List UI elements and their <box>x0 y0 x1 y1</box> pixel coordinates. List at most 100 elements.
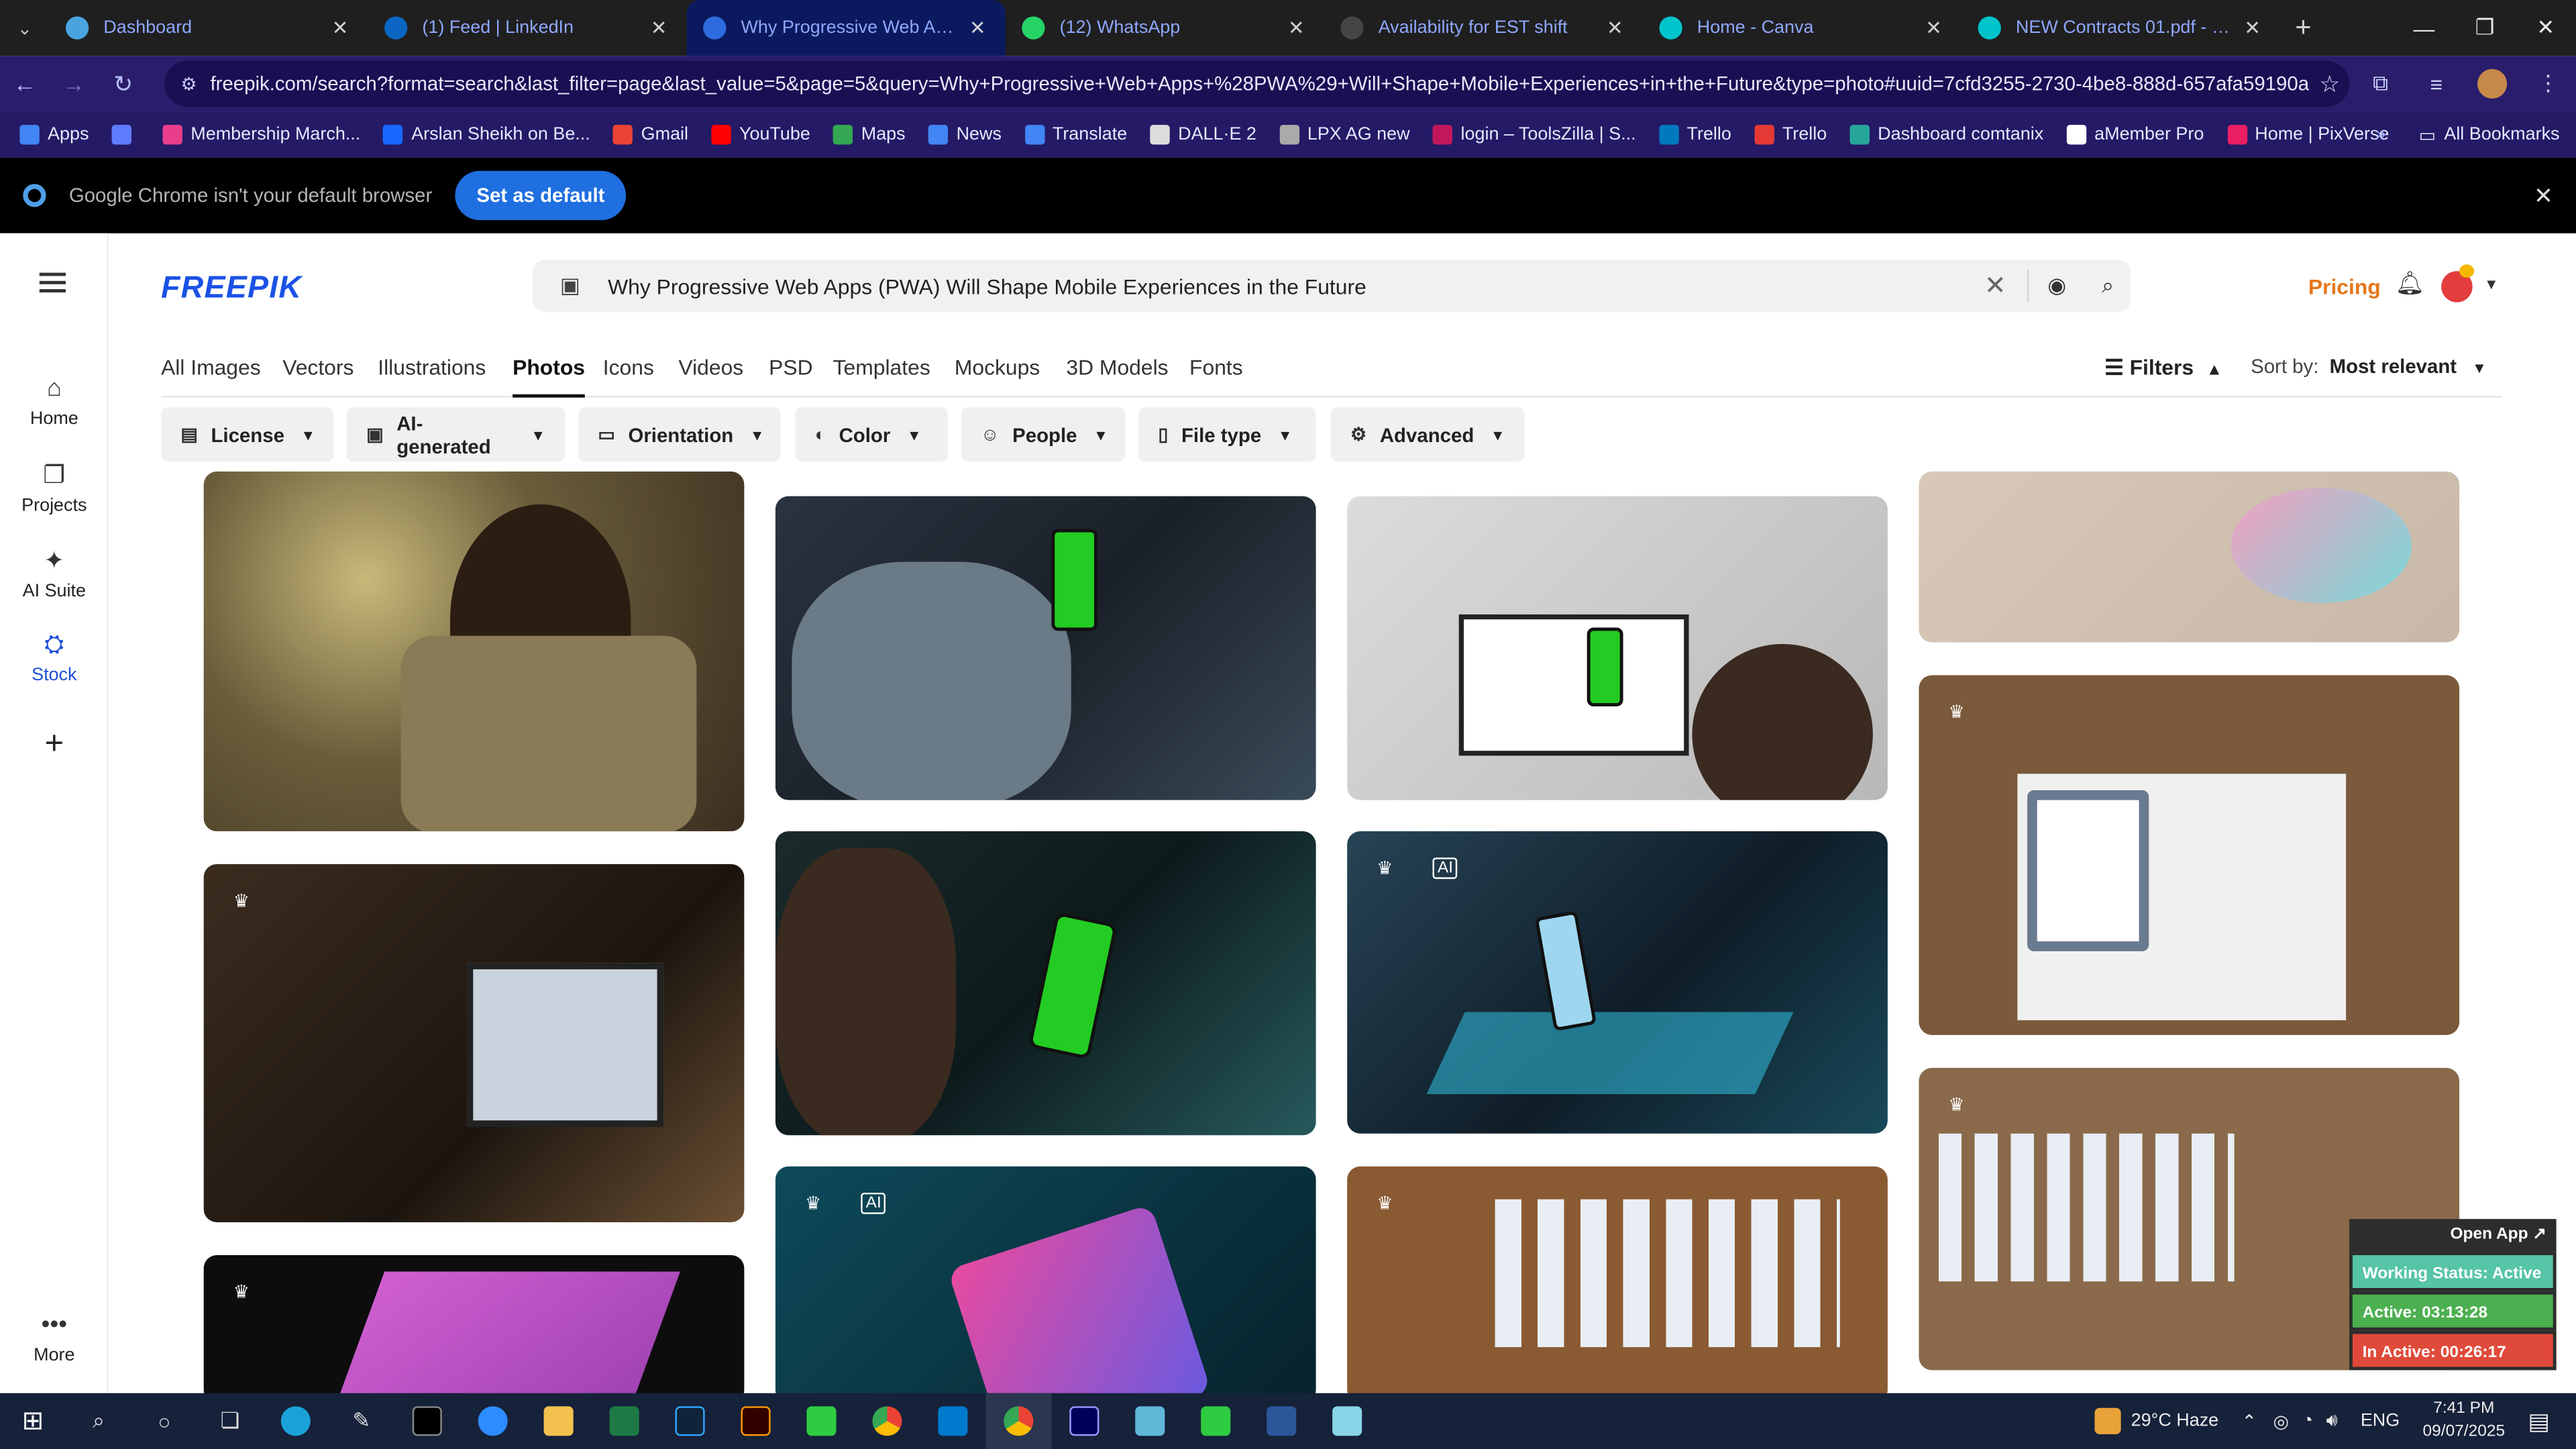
language-indicator[interactable]: ENG <box>2361 1411 2400 1431</box>
image-type-icon[interactable]: ▣ <box>532 273 608 299</box>
bookmark-item[interactable]: Membership March... <box>162 125 360 145</box>
tab-psd[interactable]: PSD <box>769 355 812 380</box>
tab-close-icon[interactable]: ✕ <box>329 16 352 39</box>
banner-close-icon[interactable]: ✕ <box>2534 182 2553 210</box>
minimize-icon[interactable]: — <box>2394 0 2455 56</box>
chevron-down-icon[interactable]: ▼ <box>2484 276 2499 292</box>
extensions-icon[interactable]: ⧉ <box>2353 70 2408 97</box>
filter-chip-orientation[interactable]: ▭ Orientation ▼ <box>578 407 781 462</box>
search-input[interactable]: Why Progressive Web Apps (PWA) Will Shap… <box>608 274 1963 299</box>
bookmark-item[interactable]: Gmail <box>613 125 688 145</box>
rail-item-stock[interactable]: ⛭ Stock <box>0 631 109 685</box>
pricing-link[interactable]: Pricing <box>2308 274 2381 299</box>
edge-icon[interactable] <box>263 1393 329 1449</box>
tab-photos[interactable]: Photos <box>513 355 586 398</box>
rail-item-projects[interactable]: ❐ Projects <box>0 460 109 516</box>
filter-chip-people[interactable]: ☺ People ▼ <box>961 407 1126 462</box>
tab-3d-models[interactable]: 3D Models <box>1066 355 1168 380</box>
chevron-up-icon[interactable]: ⌃ <box>2241 1410 2257 1432</box>
bookmark-item[interactable]: Arslan Sheikh on Be... <box>383 125 590 145</box>
photo-woman-office-phone[interactable] <box>1347 496 1888 800</box>
media-icon[interactable]: ≡ <box>2408 72 2464 97</box>
browser-tab[interactable]: (12) WhatsApp ✕ <box>1006 0 1324 56</box>
profile-avatar[interactable] <box>2477 68 2508 99</box>
rail-item-more[interactable]: ••• More <box>0 1311 109 1365</box>
task-view-icon[interactable]: ❏ <box>197 1393 263 1449</box>
browser-tab[interactable]: Availability for EST shift ✕ <box>1324 0 1643 56</box>
filters-toggle[interactable]: ☰ Filters ▲ <box>2104 355 2222 381</box>
filter-chip-advanced[interactable]: ⚙ Advanced ▼ <box>1330 407 1525 462</box>
premiere-icon[interactable] <box>1051 1393 1117 1449</box>
bookmark-item[interactable]: Trello <box>1658 125 1731 145</box>
start-icon[interactable]: ⊞ <box>0 1393 66 1449</box>
vscode-icon[interactable] <box>920 1393 985 1449</box>
tab-close-icon[interactable]: ✕ <box>2241 16 2263 39</box>
photo-man-green-phone-closeup[interactable] <box>775 831 1316 1136</box>
bookmark-item[interactable]: DALL·E 2 <box>1150 125 1256 145</box>
photo-tablet-on-table[interactable]: ♛ <box>1919 675 2460 1035</box>
forward-icon[interactable]: → <box>49 56 98 111</box>
overflow-chevron-icon[interactable]: » <box>2376 125 2386 144</box>
freepik-logo[interactable]: FREEPIK <box>161 271 302 307</box>
file-explorer-icon[interactable] <box>526 1393 592 1449</box>
excel-icon[interactable] <box>592 1393 657 1449</box>
tab-templates[interactable]: Templates <box>833 355 930 380</box>
tab-search-icon[interactable]: ⌄ <box>0 0 49 56</box>
tab-close-icon[interactable]: ✕ <box>1603 16 1626 39</box>
zoom-icon[interactable] <box>460 1393 526 1449</box>
filter-chip-file-type[interactable]: ▯ File type ▼ <box>1138 407 1316 462</box>
back-icon[interactable]: ← <box>0 56 49 111</box>
photo-couple-at-computer[interactable]: ♛ <box>203 864 745 1223</box>
browser-tab[interactable]: NEW Contracts 01.pdf - 8.208 ✕ <box>1962 0 2280 56</box>
photo-colorful-app-phone[interactable]: ♛ AI <box>775 1166 1316 1403</box>
tab-all-images[interactable]: All Images <box>161 355 261 380</box>
bookmark-item[interactable]: News <box>928 125 1002 145</box>
url-text[interactable]: freepik.com/search?format=search&last_fi… <box>210 72 2310 95</box>
notifications-icon[interactable]: ▤ <box>2528 1407 2549 1436</box>
photo-girl-with-tablet[interactable] <box>203 471 745 832</box>
bookmark-star-icon[interactable]: ☆ <box>2310 70 2349 98</box>
bookmark-item[interactable]: Trello <box>1754 125 1827 145</box>
set-default-button[interactable]: Set as default <box>455 170 627 221</box>
bookmark-item[interactable]: Maps <box>833 125 906 145</box>
filter-chip-color[interactable]: ◐ Color ▼ <box>795 407 949 462</box>
bookmark-item[interactable] <box>111 125 140 145</box>
pen-icon[interactable]: ✎ <box>329 1393 394 1449</box>
word-icon[interactable] <box>1248 1393 1314 1449</box>
bookmark-item[interactable]: YouTube <box>711 125 810 145</box>
browser-menu-icon[interactable]: ⋮ <box>2520 70 2576 97</box>
notifications-icon[interactable]: 🔔︎ <box>2396 270 2425 298</box>
tab-close-icon[interactable]: ✕ <box>1922 16 1945 39</box>
tab-vectors[interactable]: Vectors <box>282 355 354 380</box>
address-bar[interactable]: ⚙ freepik.com/search?format=search&last_… <box>164 60 2350 107</box>
filter-chip-license[interactable]: ▤ License ▼ <box>161 407 334 462</box>
menu-icon[interactable] <box>39 272 66 292</box>
bookmark-item[interactable]: Dashboard comtanix <box>1849 125 2043 145</box>
reload-icon[interactable]: ↻ <box>99 56 148 111</box>
photo-holographic-phone[interactable]: ♛ AI <box>1347 831 1888 1134</box>
illustrator-icon[interactable] <box>723 1393 789 1449</box>
tab-illustrations[interactable]: Illustrations <box>378 355 486 380</box>
app-cyan-icon[interactable] <box>1314 1393 1380 1449</box>
photo-man-green-screen-phone[interactable] <box>775 496 1316 800</box>
photo-app-prototypes-desk[interactable]: ♛ <box>1347 1166 1888 1403</box>
tab-icons[interactable]: Icons <box>603 355 654 380</box>
new-tab-button[interactable]: + <box>2280 11 2326 44</box>
search-icon[interactable]: ⌕ <box>66 1393 131 1449</box>
bookmark-item[interactable]: LPX AG new <box>1279 125 1410 145</box>
all-bookmarks[interactable]: » ▭ All Bookmarks <box>2376 112 2560 158</box>
terminal-icon[interactable] <box>394 1393 460 1449</box>
rail-item-ai-suite[interactable]: ✦ AI Suite <box>0 545 109 602</box>
app-green-icon[interactable] <box>789 1393 855 1449</box>
window-close-icon[interactable]: ✕ <box>2515 0 2576 56</box>
browser-tab[interactable]: Home - Canva ✕ <box>1643 0 1962 56</box>
bookmark-item[interactable]: login – ToolsZilla | S... <box>1432 125 1636 145</box>
tab-fonts[interactable]: Fonts <box>1189 355 1243 380</box>
search-bar[interactable]: ▣ Why Progressive Web Apps (PWA) Will Sh… <box>532 259 2131 313</box>
tab-close-icon[interactable]: ✕ <box>1285 16 1307 39</box>
sort-select[interactable]: Most relevant ▼ <box>2330 355 2487 378</box>
bookmark-item[interactable]: Translate <box>1024 125 1127 145</box>
bookmark-item[interactable]: aMember Pro <box>2066 125 2204 145</box>
tab-mockups[interactable]: Mockups <box>955 355 1040 380</box>
clear-search-icon[interactable]: ✕ <box>1964 269 2029 303</box>
